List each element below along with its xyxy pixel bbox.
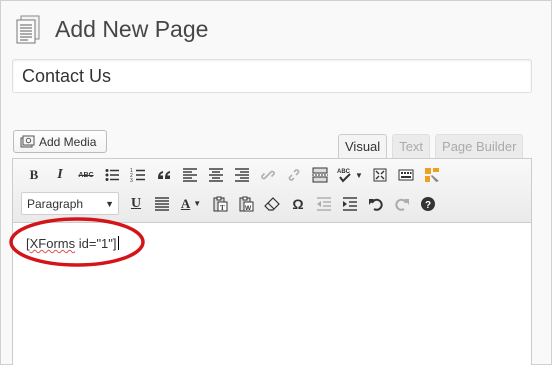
- shortcode-text: [XForms id="1"]: [26, 236, 117, 251]
- italic-icon[interactable]: I: [47, 164, 73, 186]
- text-color-icon[interactable]: A ▼: [175, 193, 207, 215]
- tab-text[interactable]: Text: [392, 134, 431, 158]
- content-editor: B I ABC 123 ABC ▼ Paragraph ▼ U A ▼ T W …: [12, 158, 532, 365]
- page-title-field[interactable]: [12, 59, 532, 93]
- bold-icon[interactable]: B: [21, 164, 47, 186]
- fullscreen-icon[interactable]: [367, 164, 393, 186]
- svg-text:3: 3: [130, 178, 133, 183]
- svg-text:W: W: [245, 205, 252, 212]
- pages-icon: [16, 15, 40, 44]
- clear-formatting-icon[interactable]: [259, 193, 285, 215]
- camera-media-icon: [20, 135, 35, 148]
- underline-icon[interactable]: U: [123, 193, 149, 215]
- text-cursor: [117, 236, 119, 250]
- blockquote-icon[interactable]: [151, 164, 177, 186]
- bullet-list-icon[interactable]: [99, 164, 125, 186]
- tab-page-builder[interactable]: Page Builder: [435, 134, 524, 158]
- help-icon[interactable]: ?: [415, 193, 441, 215]
- align-right-icon[interactable]: [229, 164, 255, 186]
- paste-from-word-icon[interactable]: W: [233, 193, 259, 215]
- indent-icon[interactable]: [337, 193, 363, 215]
- add-media-label: Add Media: [39, 134, 97, 149]
- kitchen-sink-icon[interactable]: [393, 164, 419, 186]
- format-select-value: Paragraph: [27, 196, 84, 211]
- unlink-icon[interactable]: [281, 164, 307, 186]
- tab-visual[interactable]: Visual: [338, 134, 388, 159]
- paste-as-text-icon[interactable]: T: [207, 193, 233, 215]
- toolbar-row-1: B I ABC 123 ABC ▼: [21, 164, 445, 186]
- svg-text:?: ?: [425, 200, 431, 211]
- insert-more-icon[interactable]: [307, 164, 333, 186]
- editor-tabs: Visual Text Page Builder: [338, 134, 524, 159]
- add-media-button[interactable]: Add Media: [13, 130, 107, 153]
- numbered-list-icon[interactable]: 123: [125, 164, 151, 186]
- editor-toolbar: B I ABC 123 ABC ▼ Paragraph ▼ U A ▼ T W …: [13, 159, 531, 223]
- editor-content-area[interactable]: [XForms id="1"]: [13, 223, 531, 365]
- toolbar-row-2: Paragraph ▼ U A ▼ T W Ω ?: [21, 192, 441, 215]
- misspelled-word: XForms: [29, 236, 76, 251]
- paragraph-format-select[interactable]: Paragraph ▼: [21, 192, 119, 215]
- chevron-down-icon: ▼: [105, 198, 114, 209]
- align-left-icon[interactable]: [177, 164, 203, 186]
- link-icon[interactable]: [255, 164, 281, 186]
- spellcheck-icon[interactable]: ABC ▼: [333, 164, 367, 186]
- svg-text:T: T: [220, 204, 225, 212]
- page-title: Add New Page: [55, 16, 209, 42]
- undo-icon[interactable]: [363, 193, 389, 215]
- page-builder-icon[interactable]: [419, 164, 445, 186]
- justify-icon[interactable]: [149, 193, 175, 215]
- redo-icon[interactable]: [389, 193, 415, 215]
- strikethrough-icon[interactable]: ABC: [73, 164, 99, 186]
- align-center-icon[interactable]: [203, 164, 229, 186]
- special-character-icon[interactable]: Ω: [285, 193, 311, 215]
- outdent-icon[interactable]: [311, 193, 337, 215]
